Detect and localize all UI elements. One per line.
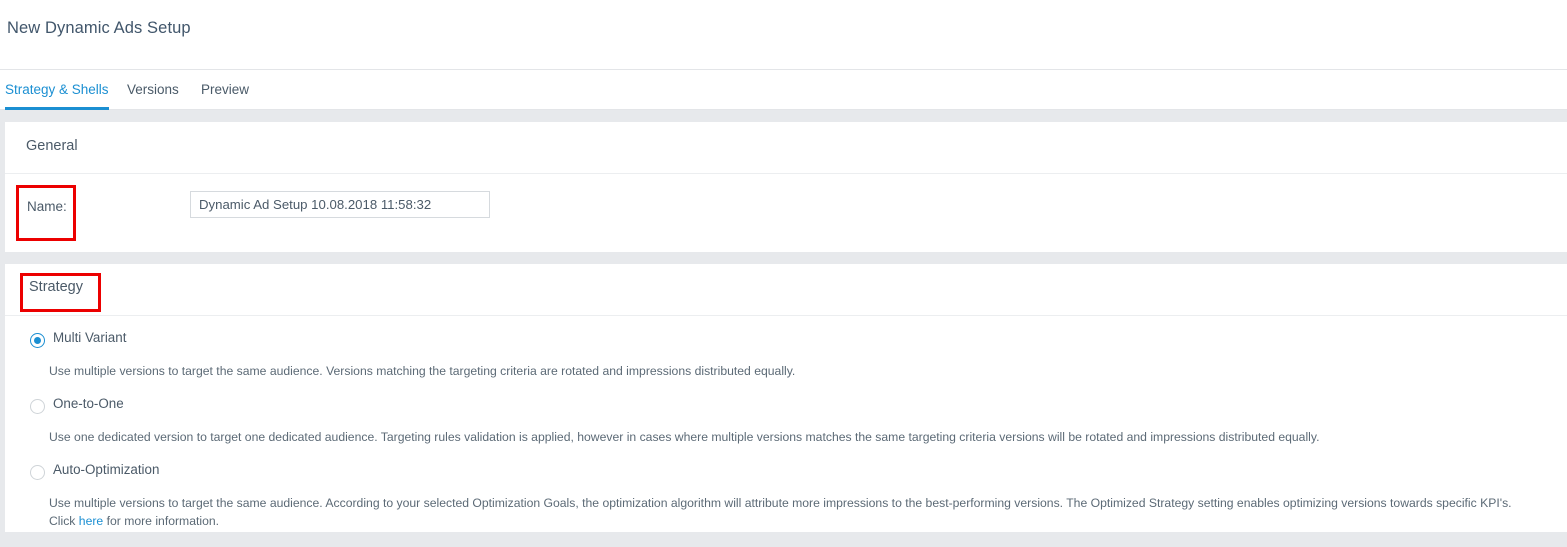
auto-optimization-help-link[interactable]: here [79,514,103,528]
radio-one-to-one-icon[interactable] [30,399,45,414]
radio-multi-variant-icon[interactable] [30,333,45,348]
general-section-title: General [26,138,78,154]
name-form-row: Name: [5,174,1567,251]
auto-optimization-description-text-after-link: for more information. [103,514,220,528]
strategy-option-auto-optimization-description: Use multiple versions to target the same… [5,487,1567,530]
general-panel-header: General [5,122,1567,174]
tab-strategy-and-shells[interactable]: Strategy & Shells [5,70,109,110]
strategy-option-one-to-one: One-to-One Use one dedicated version to … [5,395,1567,446]
general-panel: General Name: [5,122,1567,252]
strategy-option-multi-variant: Multi Variant Use multiple versions to t… [5,329,1567,380]
app-header: New Dynamic Ads Setup [0,0,1567,70]
strategy-options-list: Multi Variant Use multiple versions to t… [5,316,1567,530]
strategy-option-one-to-one-description: Use one dedicated version to target one … [49,430,1320,444]
strategy-option-multi-variant-label[interactable]: Multi Variant [53,330,126,345]
name-label: Name: [27,199,67,214]
strategy-option-one-to-one-label[interactable]: One-to-One [53,396,124,411]
name-input[interactable] [190,191,490,218]
strategy-section-title: Strategy [29,279,83,295]
tab-versions[interactable]: Versions [127,70,179,110]
strategy-option-multi-variant-description: Use multiple versions to target the same… [49,364,796,378]
strategy-option-one-to-one-row[interactable]: One-to-One [5,395,1567,421]
option-spacer [5,380,1567,395]
tab-bar: Strategy & Shells Versions Preview [0,70,1567,110]
option-spacer [5,446,1567,461]
strategy-option-auto-optimization: Auto-Optimization Use multiple versions … [5,461,1567,530]
strategy-panel-header: Strategy [5,264,1567,316]
strategy-option-multi-variant-row[interactable]: Multi Variant [5,329,1567,355]
strategy-panel: Strategy Multi Variant Use multiple vers… [5,264,1567,532]
radio-auto-optimization-icon[interactable] [30,465,45,480]
strategy-option-auto-optimization-label[interactable]: Auto-Optimization [53,462,159,477]
strategy-option-auto-optimization-row[interactable]: Auto-Optimization [5,461,1567,487]
tab-preview[interactable]: Preview [201,70,249,110]
auto-optimization-description-text-before-link: Use multiple versions to target the same… [49,496,1512,528]
page-root: New Dynamic Ads Setup Strategy & Shells … [0,0,1567,547]
page-title: New Dynamic Ads Setup [7,19,191,37]
